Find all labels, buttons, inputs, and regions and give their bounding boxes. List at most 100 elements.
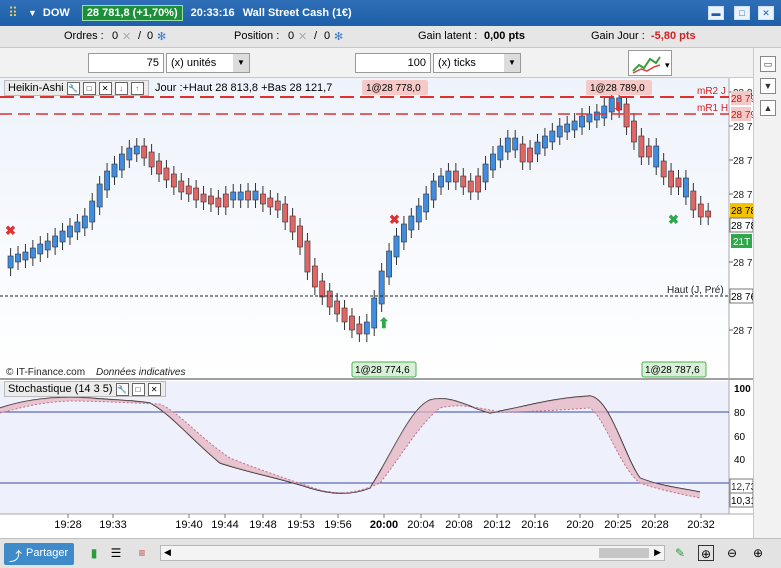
day-gain-value: -5,80 pts [651,30,696,42]
candle [22,251,29,261]
candle [430,180,437,201]
bars-icon[interactable]: ≡ [134,545,150,561]
mr1-value: 28 796,8 [731,110,753,121]
candle [542,135,548,149]
candle [601,105,608,119]
time-tick-label: 19:28 [54,519,82,531]
draw-tool-icon[interactable]: ✎ [672,545,688,561]
gear-icon[interactable]: ✻ [157,30,166,43]
quantity-unit-label: (x) unités [171,57,217,69]
list-icon[interactable]: ☰ [108,545,124,561]
chevron-down-icon[interactable]: ▼ [760,78,776,94]
close-icon[interactable]: ✕ [122,30,131,43]
candle [319,280,326,298]
wrench-icon[interactable]: 🔧 [115,382,129,396]
candle [386,250,392,278]
ticks-unit-select[interactable]: (x) ticks ▼ [433,53,521,73]
candle [208,195,214,205]
close-icon[interactable]: ✕ [147,382,161,396]
grip-icon[interactable]: ⠿ [4,4,22,22]
chart-type-icon: ▾ [632,56,670,74]
chevron-down-icon[interactable]: ▼ [233,54,249,72]
candle [230,191,237,201]
scroll-thumb[interactable] [599,548,649,558]
order-badge-top-right-label: 1@28 789,0 [590,83,645,94]
time-scrollbar[interactable]: ◀ ▶ [160,545,665,561]
candle [163,167,170,181]
chevron-up-icon[interactable]: ▲ [760,100,776,116]
sidebar-icon[interactable]: ▭ [760,56,776,72]
candle [334,300,341,315]
symbol-label[interactable]: DOW [43,7,70,19]
time-tick-label: 19:33 [99,519,127,531]
sell-signal-icon: ✖ [5,223,16,238]
time-tick-label: 20:08 [445,519,473,531]
ticks-input[interactable]: 100 [355,53,431,73]
candle [111,163,118,178]
gear-icon[interactable]: ✻ [334,30,343,43]
share-button[interactable]: ⤴ Partager [4,543,74,565]
chevron-down-icon[interactable]: ▼ [504,54,520,72]
candle [260,193,266,205]
orders-count-a: 0 [112,30,119,42]
candle [534,141,541,155]
candle [349,315,355,331]
close-button[interactable]: ✕ [758,6,774,20]
maximize-button[interactable]: □ [734,6,750,20]
chevron-down-icon[interactable]: ▼ [28,8,37,18]
close-icon[interactable]: ✕ [298,30,307,43]
arrow-up-icon[interactable]: ↑ [130,81,144,95]
candle [475,175,482,193]
candle [415,205,422,223]
position-count-b: 0 [324,30,331,42]
chart-area[interactable]: 28 80028 79528 79028 78528 77528 765 mR2… [0,78,753,538]
zoom-out-icon[interactable]: ⊖ [724,545,740,561]
stoch-tick-label: 40 [734,455,746,466]
candle [52,235,59,248]
up-arrow-icon: ⬆ [378,315,390,331]
candle [438,175,444,188]
chevron-left-icon[interactable]: ◀ [164,547,171,558]
title-bar: ⠿ ▼ DOW 28 781,8 (+1,70%) 20:33:16 Wall … [0,0,781,26]
minimize-button[interactable]: ▬ [708,6,724,20]
clock-time: 20:33:16 [190,7,235,19]
day-gain-label: Gain Jour : [591,30,645,42]
candle [222,193,229,208]
quantity-unit-select[interactable]: (x) unités ▼ [166,53,250,73]
time-tick-label: 20:28 [641,519,669,531]
candle [408,215,415,231]
zoom-fit-icon[interactable]: ⊕ [698,545,714,561]
indicator-name: Heikin-Ashi [8,82,64,94]
candles-icon[interactable]: ▮ [86,545,102,561]
window-icon[interactable]: □ [82,81,96,95]
wrench-icon[interactable]: 🔧 [66,81,80,95]
candle [252,190,259,201]
candle [490,153,496,171]
quantity-input[interactable]: 75 [88,53,164,73]
order-badge-top-left-label: 1@28 778,0 [366,83,421,94]
order-badge-low-left-label: 1@28 774,6 [355,365,410,376]
candle [200,193,207,203]
time-tick-label: 19:48 [249,519,277,531]
candle [304,240,311,273]
chevron-right-icon[interactable]: ▶ [654,547,661,558]
candle [445,170,452,183]
time-tick-label: 20:04 [407,519,435,531]
svg-text:▾: ▾ [665,60,670,70]
candle [519,143,526,163]
chart-type-button[interactable]: ▾ [628,50,672,76]
zoom-in-icon[interactable]: ⊕ [750,545,766,561]
share-label: Partager [26,547,69,559]
window-icon[interactable]: □ [131,382,145,396]
stoch-tick-label: 80 [734,408,746,419]
candle [89,200,96,223]
candle [311,265,318,288]
candle [378,270,385,305]
price-tick-label: 28 795 [733,122,753,133]
candle [668,170,674,188]
close-icon[interactable]: ✕ [98,81,112,95]
arrow-down-icon[interactable]: ↓ [114,81,128,95]
sell-signal-icon: ✖ [389,212,400,227]
candle [683,177,689,198]
time-tag: 21T [733,237,750,248]
